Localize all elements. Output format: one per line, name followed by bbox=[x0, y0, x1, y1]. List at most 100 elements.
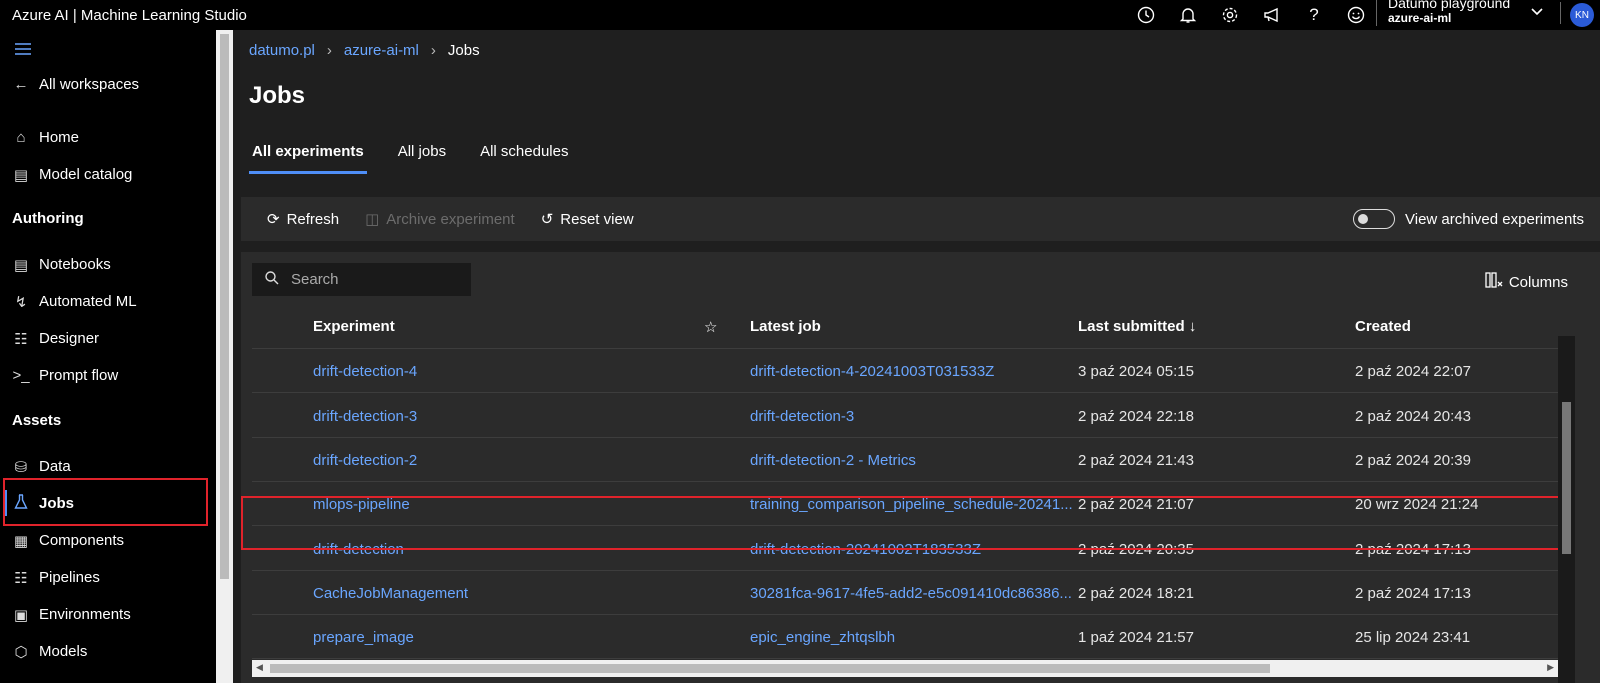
experiment-link[interactable]: drift-detection-4 bbox=[313, 349, 417, 393]
arrow-left-icon: ← bbox=[13, 76, 29, 93]
breadcrumb-org-link[interactable]: datumo.pl bbox=[249, 42, 315, 59]
page-title: Jobs bbox=[249, 82, 306, 109]
last-submitted-cell: 2 paź 2024 18:21 bbox=[1078, 584, 1194, 602]
divider bbox=[1376, 0, 1377, 26]
latest-job-link[interactable]: drift-detection-2 - Metrics bbox=[750, 438, 916, 482]
sidebar-item-automated-ml[interactable]: ↯ Automated ML bbox=[0, 283, 212, 320]
grid-vertical-scrollbar[interactable] bbox=[1558, 336, 1575, 683]
sidebar-item-label: Automated ML bbox=[39, 293, 137, 310]
chevron-right-icon: › bbox=[430, 42, 436, 59]
main-content: datumo.pl › azure-ai-ml › Jobs Jobs All … bbox=[233, 30, 1600, 683]
refresh-button[interactable]: ⟳ Refresh bbox=[267, 210, 339, 229]
last-submitted-cell: 1 paź 2024 21:57 bbox=[1078, 628, 1194, 646]
tab-all-schedules[interactable]: All schedules bbox=[477, 143, 571, 174]
pipeline-icon: ☷ bbox=[14, 569, 28, 587]
chevron-down-icon[interactable] bbox=[1530, 4, 1544, 21]
data-icon: ⛁ bbox=[14, 458, 28, 476]
sidebar-item-label: Components bbox=[39, 532, 125, 549]
experiment-link[interactable]: drift-detection-2 bbox=[313, 438, 417, 482]
table-row[interactable]: drift-detection-4 drift-detection-4-20241… bbox=[252, 349, 1564, 393]
chevron-right-icon: › bbox=[326, 42, 332, 59]
column-header-created[interactable]: Created bbox=[1355, 318, 1411, 335]
notebook-icon: ▤ bbox=[13, 256, 29, 274]
sidebar-item-environments[interactable]: ▣ Environments bbox=[0, 596, 212, 633]
grid-horizontal-scrollbar[interactable]: ◀ ▶ bbox=[252, 660, 1558, 677]
column-header-latest-job[interactable]: Latest job bbox=[750, 318, 821, 335]
experiment-link[interactable]: prepare_image bbox=[313, 615, 414, 659]
scrollbar-thumb[interactable] bbox=[1562, 402, 1571, 554]
table-row[interactable]: drift-detection-2 drift-detection-2 - Met… bbox=[252, 438, 1564, 482]
sidebar-scrollbar[interactable] bbox=[216, 30, 233, 683]
components-icon: ▦ bbox=[13, 532, 29, 550]
latest-job-link[interactable]: epic_engine_zhtqslbh bbox=[750, 615, 895, 659]
sidebar-item-home[interactable]: ⌂ Home bbox=[0, 119, 212, 156]
latest-job-link[interactable]: drift-detection-4-20241003T031533Z bbox=[750, 349, 994, 393]
sidebar-item-prompt-flow[interactable]: >_ Prompt flow bbox=[0, 357, 212, 394]
scrollbar-thumb[interactable] bbox=[220, 34, 229, 579]
sidebar-item-label: Notebooks bbox=[39, 256, 111, 273]
created-cell: 2 paź 2024 20:43 bbox=[1355, 407, 1471, 425]
sidebar-item-designer[interactable]: ☷ Designer bbox=[0, 320, 212, 357]
sidebar-item-label: Data bbox=[39, 458, 71, 475]
scrollbar-thumb[interactable] bbox=[270, 664, 1270, 673]
sidebar-item-label: Models bbox=[39, 643, 88, 660]
view-archived-toggle[interactable] bbox=[1353, 209, 1396, 229]
latest-job-link[interactable]: 30281fca-9617-4fe5-add2-e5c091410dc86386… bbox=[750, 571, 1072, 615]
tab-all-jobs[interactable]: All jobs bbox=[395, 143, 449, 174]
gear-icon[interactable] bbox=[1209, 0, 1251, 30]
sidebar-item-notebooks[interactable]: ▤ Notebooks bbox=[0, 246, 212, 283]
highlight-box bbox=[241, 496, 1571, 550]
latest-job-link[interactable]: drift-detection-3 bbox=[750, 394, 854, 438]
sidebar-item-pipelines[interactable]: ☷ Pipelines bbox=[0, 559, 212, 596]
sidebar-item-components[interactable]: ▦ Components bbox=[0, 522, 212, 559]
user-name: Datumo playground bbox=[1388, 0, 1511, 11]
environment-icon: ▣ bbox=[13, 606, 29, 624]
top-icon-bar: ? bbox=[1125, 0, 1377, 30]
smiley-icon[interactable] bbox=[1335, 0, 1377, 30]
created-cell: 2 paź 2024 22:07 bbox=[1355, 362, 1471, 380]
cube-icon: ⬡ bbox=[14, 643, 28, 661]
search-placeholder: Search bbox=[291, 271, 339, 288]
table-row[interactable]: drift-detection-3 drift-detection-3 2 paź … bbox=[252, 394, 1564, 438]
hamburger-menu-icon[interactable] bbox=[14, 40, 32, 61]
bell-icon[interactable] bbox=[1167, 0, 1209, 30]
lightning-icon: ↯ bbox=[14, 293, 28, 311]
clock-icon[interactable] bbox=[1125, 0, 1167, 30]
megaphone-icon[interactable] bbox=[1251, 0, 1293, 30]
scroll-right-icon[interactable]: ▶ bbox=[1547, 662, 1554, 673]
last-submitted-cell: 2 paź 2024 22:18 bbox=[1078, 407, 1194, 425]
workspace-name: azure-ai-ml bbox=[1388, 11, 1452, 25]
avatar[interactable]: KN bbox=[1570, 3, 1594, 27]
reset-view-button[interactable]: ↺ Reset view bbox=[541, 210, 634, 229]
scroll-left-icon[interactable]: ◀ bbox=[256, 662, 263, 673]
prompt-icon: >_ bbox=[12, 367, 30, 384]
search-input[interactable]: Search bbox=[252, 263, 471, 296]
section-heading-assets: Assets bbox=[12, 412, 62, 429]
sidebar-item-models[interactable]: ⬡ Models bbox=[0, 633, 212, 670]
columns-button[interactable]: Columns bbox=[1485, 272, 1568, 292]
sidebar-item-label: Home bbox=[39, 129, 80, 146]
star-icon[interactable]: ☆ bbox=[704, 318, 717, 336]
section-heading-authoring: Authoring bbox=[12, 210, 84, 227]
home-icon: ⌂ bbox=[16, 129, 26, 146]
archive-experiment-button[interactable]: ◫ Archive experiment bbox=[365, 210, 515, 229]
table-row[interactable]: CacheJobManagement 30281fca-9617-4fe5-add… bbox=[252, 571, 1564, 615]
experiment-link[interactable]: drift-detection-3 bbox=[313, 394, 417, 438]
experiments-grid: Search Columns Experiment ☆ Latest job L… bbox=[241, 252, 1600, 683]
tab-all-experiments[interactable]: All experiments bbox=[249, 143, 367, 174]
sidebar-item-model-catalog[interactable]: ▤ Model catalog bbox=[0, 156, 212, 193]
sidebar-item-all-workspaces[interactable]: ← All workspaces bbox=[0, 66, 212, 103]
archive-label: Archive experiment bbox=[386, 210, 515, 228]
table-row[interactable]: prepare_image epic_engine_zhtqslbh 1 paź 2… bbox=[252, 615, 1564, 659]
app-title[interactable]: Azure AI | Machine Learning Studio bbox=[12, 7, 247, 24]
experiment-link[interactable]: CacheJobManagement bbox=[313, 571, 468, 615]
column-header-last-submitted[interactable]: Last submitted ↓ bbox=[1078, 318, 1196, 335]
refresh-icon: ⟳ bbox=[267, 211, 280, 228]
breadcrumb-workspace-link[interactable]: azure-ai-ml bbox=[344, 42, 419, 59]
divider bbox=[1560, 2, 1561, 24]
account-switcher[interactable]: Datumo playground azure-ai-ml bbox=[1388, 0, 1510, 26]
help-icon[interactable]: ? bbox=[1293, 0, 1335, 30]
column-header-experiment[interactable]: Experiment bbox=[313, 318, 395, 335]
sidebar-item-label: Environments bbox=[39, 606, 131, 623]
breadcrumb-current: Jobs bbox=[447, 42, 480, 59]
